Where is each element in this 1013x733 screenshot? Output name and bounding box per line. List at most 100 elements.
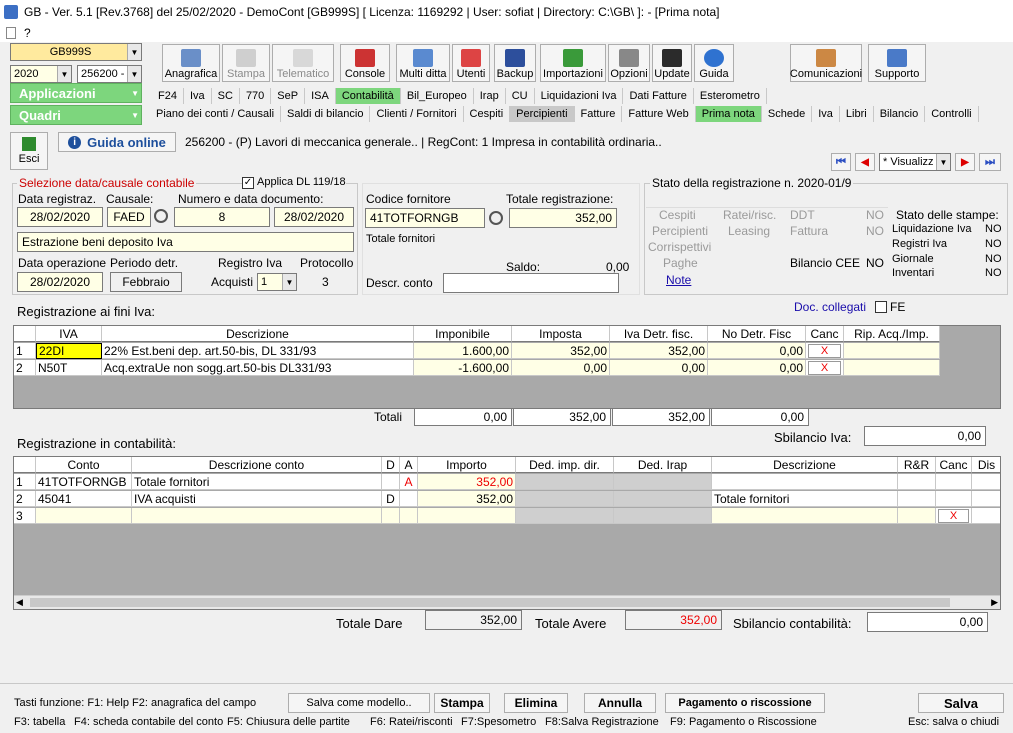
stampa-footer-button[interactable]: Stampa bbox=[434, 693, 490, 713]
descrizione-conto-cell[interactable]: Totale fornitori bbox=[132, 474, 382, 490]
tab-sep[interactable]: SeP bbox=[271, 88, 306, 104]
tab-770[interactable]: 770 bbox=[240, 88, 272, 104]
iva-row-2[interactable]: 2 N50T Acq.extraUe non sogg.art.50-bis D… bbox=[14, 360, 940, 376]
imposta-cell[interactable]: 352,00 bbox=[512, 343, 610, 359]
delete-row-button[interactable]: X bbox=[808, 360, 841, 375]
utenti-button[interactable]: Utenti bbox=[452, 44, 490, 82]
descrizione-cell[interactable] bbox=[712, 474, 898, 490]
tab-f24[interactable]: F24 bbox=[152, 88, 184, 104]
applicazioni-bar[interactable]: Applicazioni ▼ bbox=[10, 83, 142, 103]
d-cell[interactable]: D bbox=[382, 491, 400, 507]
descr-causale-field[interactable]: Estrazione beni deposito Iva bbox=[17, 232, 354, 252]
menu-doc-icon[interactable] bbox=[6, 27, 16, 39]
tab-cu[interactable]: CU bbox=[506, 88, 535, 104]
canc-cell[interactable] bbox=[936, 474, 972, 490]
guida-button[interactable]: Guida bbox=[694, 44, 734, 82]
scroll-thumb[interactable] bbox=[30, 598, 950, 607]
tab-contabilita[interactable]: Contabilità bbox=[335, 88, 401, 104]
tab-dati-fatture[interactable]: Dati Fatture bbox=[623, 88, 694, 104]
view-mode-select[interactable]: * Visualizz ▼ bbox=[879, 153, 951, 171]
tab-isa[interactable]: ISA bbox=[305, 88, 336, 104]
year-select[interactable]: 2020 ▼ bbox=[10, 65, 72, 83]
data-documento-field[interactable]: 28/02/2020 bbox=[274, 207, 354, 227]
fe-checkbox[interactable]: FE bbox=[875, 300, 905, 314]
opzioni-button[interactable]: Opzioni bbox=[608, 44, 650, 82]
multi-ditta-button[interactable]: Multi ditta bbox=[396, 44, 450, 82]
a-cell[interactable]: A bbox=[400, 474, 418, 490]
totale-registrazione-field[interactable]: 352,00 bbox=[509, 208, 617, 228]
scroll-left-icon[interactable]: ◀ bbox=[16, 597, 23, 608]
tab-irap[interactable]: Irap bbox=[474, 88, 506, 104]
pagamento-button[interactable]: Pagamento o riscossione bbox=[665, 693, 825, 713]
backup-button[interactable]: Backup bbox=[494, 44, 536, 82]
importo-cell[interactable]: 352,00 bbox=[418, 474, 516, 490]
descrizione-cell[interactable] bbox=[712, 508, 898, 524]
codice-fornitore-field[interactable]: 41TOTFORNGB bbox=[365, 208, 485, 228]
company-select[interactable]: GB999S ▼ bbox=[10, 43, 142, 61]
guida-online-button[interactable]: i Guida online bbox=[58, 132, 176, 152]
delete-row-button[interactable]: X bbox=[808, 343, 841, 358]
delete-row-button[interactable]: X bbox=[938, 508, 969, 523]
tab-fatture-web[interactable]: Fatture Web bbox=[622, 106, 696, 122]
conto-cell[interactable]: 41TOTFORNGB bbox=[36, 474, 132, 490]
tab-iva-2[interactable]: Iva bbox=[812, 106, 840, 122]
tab-sc[interactable]: SC bbox=[212, 88, 240, 104]
dis-cell[interactable] bbox=[972, 491, 1000, 507]
first-record-button[interactable]: ⏮ bbox=[831, 153, 851, 171]
iva-code-cell[interactable]: 22DI bbox=[36, 343, 102, 359]
tab-bilancio[interactable]: Bilancio bbox=[874, 106, 926, 122]
descrizione-conto-cell[interactable] bbox=[132, 508, 382, 524]
dis-cell[interactable] bbox=[972, 508, 1000, 524]
d-cell[interactable] bbox=[382, 474, 400, 490]
telematico-button[interactable]: Telematico bbox=[272, 44, 334, 82]
canc-cell[interactable] bbox=[936, 491, 972, 507]
rr-cell[interactable] bbox=[898, 508, 936, 524]
contab-row-1[interactable]: 1 41TOTFORNGB Totale fornitori A 352,00 bbox=[14, 474, 1000, 490]
descr-conto-field[interactable] bbox=[443, 273, 619, 293]
supporto-button[interactable]: Supporto bbox=[868, 44, 926, 82]
contab-row-2[interactable]: 2 45041 IVA acquisti D 352,00 Totale for… bbox=[14, 491, 1000, 507]
contab-row-3[interactable]: 3 X bbox=[14, 508, 1000, 524]
menu-help[interactable]: ? bbox=[24, 26, 31, 40]
scroll-right-icon[interactable]: ▶ bbox=[991, 597, 998, 608]
quadri-bar[interactable]: Quadri ▼ bbox=[10, 105, 142, 125]
tab-percipienti[interactable]: Percipienti bbox=[510, 106, 575, 122]
note-link[interactable]: Note bbox=[666, 273, 691, 287]
data-reg-field[interactable]: 28/02/2020 bbox=[17, 207, 103, 227]
tab-saldi-bilancio[interactable]: Saldi di bilancio bbox=[281, 106, 371, 122]
elimina-button[interactable]: Elimina bbox=[504, 693, 568, 713]
imponibile-cell[interactable]: 1.600,00 bbox=[414, 343, 512, 359]
imposta-cell[interactable]: 0,00 bbox=[512, 360, 610, 376]
conto-cell[interactable]: 45041 bbox=[36, 491, 132, 507]
prev-record-button[interactable]: ◀ bbox=[855, 153, 875, 171]
imponibile-cell[interactable]: -1.600,00 bbox=[414, 360, 512, 376]
importo-cell[interactable]: 352,00 bbox=[418, 491, 516, 507]
tab-clienti-fornitori[interactable]: Clienti / Fornitori bbox=[370, 106, 464, 122]
doc-collegati-link[interactable]: Doc. collegati bbox=[794, 300, 866, 314]
tab-piano-conti[interactable]: Piano dei conti / Causali bbox=[150, 106, 282, 122]
descrizione-cell[interactable]: Totale fornitori bbox=[712, 491, 898, 507]
nodetr-cell[interactable]: 0,00 bbox=[708, 343, 806, 359]
numero-documento-field[interactable]: 8 bbox=[174, 207, 270, 227]
applica-dl-checkbox[interactable]: ✓ Applica DL 119/18 bbox=[242, 176, 346, 189]
nodetr-cell[interactable]: 0,00 bbox=[708, 360, 806, 376]
detr-cell[interactable]: 352,00 bbox=[610, 343, 708, 359]
rip-cell[interactable] bbox=[844, 360, 940, 376]
tab-cespiti[interactable]: Cespiti bbox=[464, 106, 511, 122]
rip-cell[interactable] bbox=[844, 343, 940, 359]
tab-esterometro[interactable]: Esterometro bbox=[694, 88, 767, 104]
a-cell[interactable] bbox=[400, 491, 418, 507]
esci-button[interactable]: Esci bbox=[10, 132, 48, 170]
tab-prima-nota[interactable]: Prima nota bbox=[695, 106, 762, 122]
importazioni-button[interactable]: Importazioni bbox=[540, 44, 606, 82]
annulla-button[interactable]: Annulla bbox=[584, 693, 656, 713]
tab-libri[interactable]: Libri bbox=[840, 106, 874, 122]
tab-bil-europeo[interactable]: Bil_Europeo bbox=[401, 88, 474, 104]
descrizione-cell[interactable]: 22% Est.beni dep. art.50-bis, DL 331/93 bbox=[102, 343, 414, 359]
descrizione-cell[interactable]: Acq.extraUe non sogg.art.50-bis DL331/93 bbox=[102, 360, 414, 376]
stampa-button[interactable]: Stampa bbox=[222, 44, 270, 82]
d-cell[interactable] bbox=[382, 508, 400, 524]
iva-row-1[interactable]: 1 22DI 22% Est.beni dep. art.50-bis, DL … bbox=[14, 343, 940, 359]
tab-schede[interactable]: Schede bbox=[762, 106, 813, 122]
search-icon[interactable] bbox=[154, 209, 168, 223]
